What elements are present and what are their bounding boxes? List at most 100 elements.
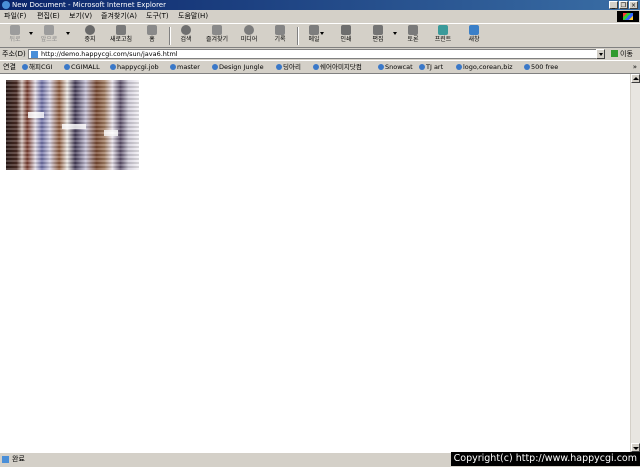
mail-button[interactable]: 메일 (304, 25, 324, 46)
print-icon (341, 25, 351, 35)
link-item[interactable]: 해피CGI (22, 61, 52, 73)
address-dropdown-button[interactable] (596, 49, 605, 59)
link-label: CGIMALL (71, 63, 100, 71)
search-label: 검색 (180, 36, 192, 43)
standard-toolbar: 뒤로 앞으로 중지 새로고침 홈 검색 즐겨찾기 미디어 기록 메일 인쇄 편집… (0, 24, 640, 48)
link-item[interactable]: 딩아리 (276, 61, 301, 73)
link-page-icon (170, 64, 176, 70)
applet-highlight (104, 130, 118, 136)
links-more-chevron[interactable]: » (633, 61, 637, 73)
link-page-icon (419, 64, 425, 70)
home-button[interactable]: 홈 (143, 25, 161, 46)
link-page-icon (22, 64, 28, 70)
link-item[interactable]: master (170, 61, 200, 73)
refresh-icon (116, 25, 126, 35)
forward-dropdown-icon[interactable] (66, 32, 70, 35)
media-button[interactable]: 미디어 (236, 25, 262, 46)
stop-icon (85, 25, 95, 35)
forward-arrow-icon (44, 25, 54, 35)
mail-label: 메일 (308, 36, 320, 43)
link-label: master (177, 63, 200, 71)
history-label: 기록 (274, 36, 286, 43)
link-item[interactable]: Snowcat (378, 61, 413, 73)
favorites-label: 즐겨찾기 (205, 36, 229, 43)
java-applet-image[interactable] (6, 80, 139, 170)
scroll-down-button[interactable] (631, 443, 640, 452)
back-dropdown-icon[interactable] (29, 32, 33, 35)
edit-dropdown-icon[interactable] (393, 32, 397, 35)
vertical-scrollbar[interactable] (630, 74, 640, 452)
print-label: 인쇄 (340, 36, 352, 43)
link-item[interactable]: happycgi.job (110, 61, 159, 73)
menu-view[interactable]: 보기(V) (69, 11, 92, 22)
search-button[interactable]: 검색 (176, 25, 196, 46)
discuss-icon (408, 25, 418, 35)
address-url: http://demo.happycgi.com/sun/java6.html (41, 50, 178, 58)
link-page-icon (313, 64, 319, 70)
link-label: 500 free (531, 63, 559, 71)
refresh-button[interactable]: 새로고침 (106, 25, 136, 46)
scroll-up-button[interactable] (631, 74, 640, 83)
link-item[interactable]: TJ art (419, 61, 443, 73)
link-page-icon (64, 64, 70, 70)
discuss-button[interactable]: 토론 (403, 25, 423, 46)
status-text: 완료 (12, 455, 25, 463)
link-label: 쉐어아미지닷컴 (320, 63, 362, 71)
link-label: logo,corean,biz (463, 63, 513, 71)
link-item[interactable]: Design Jungle (212, 61, 264, 73)
windows-logo-icon (617, 11, 639, 22)
link-label: TJ art (426, 63, 444, 71)
link-item[interactable]: logo,corean,biz (456, 61, 513, 73)
edit-button[interactable]: 편집 (368, 25, 388, 46)
mail-icon (309, 25, 319, 35)
menu-favorites[interactable]: 즐겨찾기(A) (101, 11, 137, 22)
menu-help[interactable]: 도움말(H) (178, 11, 208, 22)
link-label: 해피CGI (29, 63, 53, 71)
back-button[interactable]: 뒤로 (4, 25, 26, 46)
link-item[interactable]: 쉐어아미지닷컴 (313, 61, 362, 73)
copyright-banner: Copyright(c) http://www.happycgi.com (450, 452, 640, 466)
menu-file[interactable]: 파일(F) (4, 11, 26, 22)
toolbar-separator (169, 27, 171, 45)
home-label: 홈 (149, 36, 155, 43)
link-page-icon (212, 64, 218, 70)
menu-bar: 파일(F) 편집(E) 보기(V) 즐겨찾기(A) 도구(T) 도움말(H) (0, 10, 640, 24)
go-button[interactable]: 이동 (611, 48, 633, 60)
stop-button[interactable]: 중지 (80, 25, 100, 46)
link-page-icon (276, 64, 282, 70)
link-page-icon (456, 64, 462, 70)
close-button[interactable]: × (629, 1, 638, 9)
links-bar: 연결 해피CGI CGIMALL happycgi.job master Des… (0, 61, 640, 74)
chevron-down-icon (599, 53, 603, 56)
minimize-button[interactable]: _ (609, 1, 618, 9)
messenger-icon (469, 25, 479, 35)
printer-icon (438, 25, 448, 35)
print-button[interactable]: 인쇄 (336, 25, 356, 46)
printer-button[interactable]: 프린트 (431, 25, 455, 46)
applet-highlight (28, 112, 44, 118)
forward-button[interactable]: 앞으로 (36, 25, 62, 46)
edit-label: 편집 (372, 36, 384, 43)
go-label: 이동 (620, 50, 633, 58)
favorites-button[interactable]: 즐겨찾기 (202, 25, 232, 46)
history-button[interactable]: 기록 (270, 25, 290, 46)
link-item[interactable]: CGIMALL (64, 61, 100, 73)
menu-tools[interactable]: 도구(T) (146, 11, 169, 22)
links-label: 연결 (3, 63, 16, 71)
link-item[interactable]: 500 free (524, 61, 558, 73)
page-icon (2, 456, 9, 463)
link-label: Design Jungle (219, 63, 264, 71)
address-input[interactable]: http://demo.happycgi.com/sun/java6.html (28, 49, 604, 59)
applet-highlight (62, 124, 86, 129)
mail-dropdown-icon[interactable] (320, 32, 324, 35)
messenger-button[interactable]: 새창 (464, 25, 484, 46)
discuss-label: 토론 (407, 36, 419, 43)
restore-button[interactable]: ❐ (619, 1, 628, 9)
address-label: 주소(D) (2, 50, 26, 58)
go-arrow-icon (611, 50, 618, 57)
edit-icon (373, 25, 383, 35)
messenger-label: 새창 (468, 36, 480, 43)
menu-edit[interactable]: 편집(E) (37, 11, 60, 22)
search-icon (181, 25, 191, 35)
history-icon (275, 25, 285, 35)
